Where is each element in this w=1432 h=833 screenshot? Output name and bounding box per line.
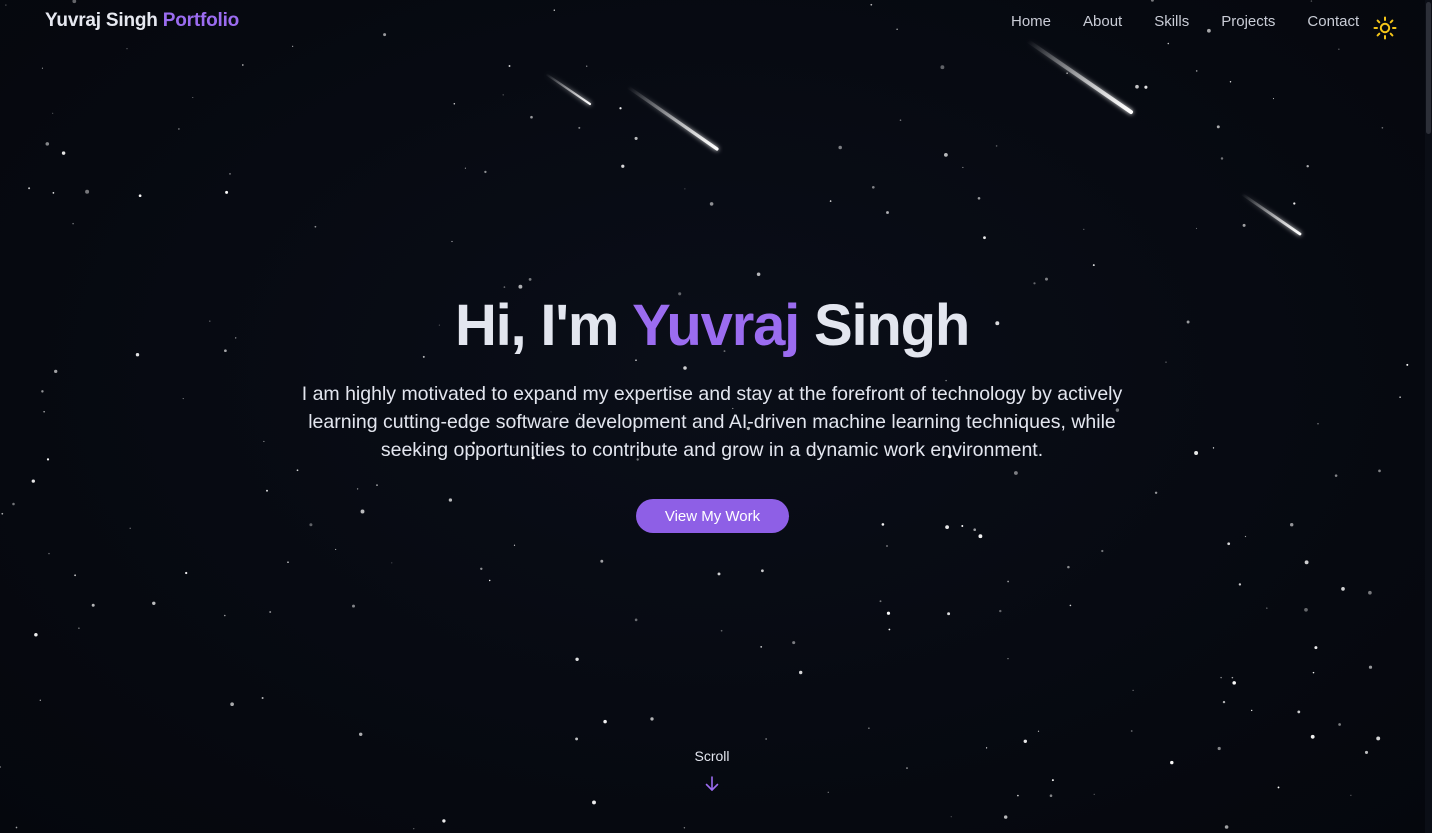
page: Yuvraj Singh Portfolio Home About Skills… [0, 0, 1432, 833]
hero-first-name: Yuvraj [632, 293, 800, 358]
arrow-down-icon [705, 776, 719, 791]
scrollbar-thumb[interactable] [1426, 2, 1431, 134]
hero-last-name: Singh [813, 293, 970, 358]
view-my-work-button[interactable]: View My Work [636, 499, 789, 533]
scroll-down-button[interactable] [704, 775, 720, 793]
scrollbar[interactable] [1425, 0, 1432, 833]
hero-section: Hi, I'm Yuvraj Singh I am highly motivat… [0, 0, 1432, 833]
hero-description: I am highly motivated to expand my exper… [301, 383, 1123, 461]
scroll-label: Scroll [694, 748, 730, 764]
hero-title: Hi, I'm Yuvraj Singh [0, 292, 1424, 359]
hero-greeting: Hi, I'm [454, 293, 620, 358]
